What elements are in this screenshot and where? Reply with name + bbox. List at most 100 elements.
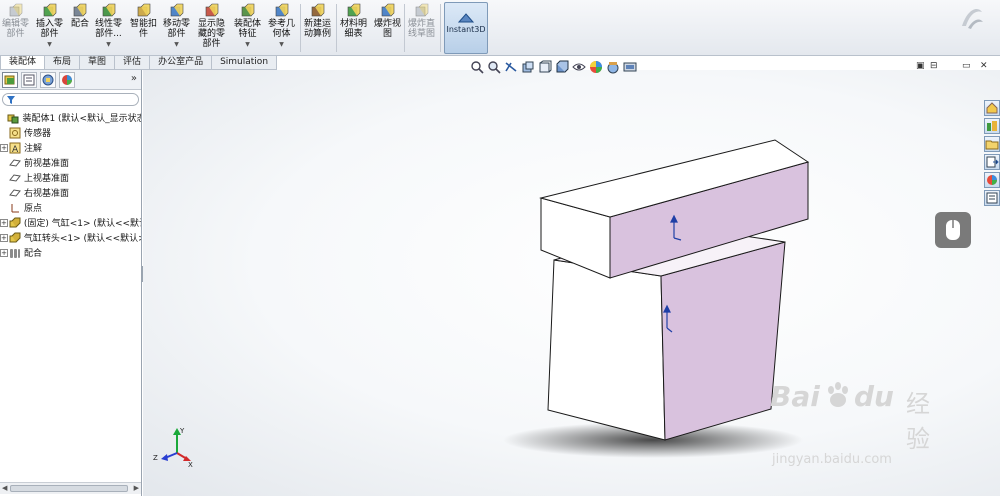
- zoom-to-fit-icon[interactable]: [470, 60, 484, 74]
- ribbon-button-4[interactable]: 智能扣 件: [130, 2, 157, 39]
- display-style-icon[interactable]: [555, 60, 569, 74]
- command-tab-3[interactable]: 评估: [114, 56, 151, 70]
- edit-appearance-icon[interactable]: [589, 60, 603, 74]
- ribbon-button-6[interactable]: 显示隐 藏的零 部件: [198, 2, 225, 49]
- instant3d-button[interactable]: Instant3D: [444, 2, 488, 54]
- previous-view-icon[interactable]: [504, 60, 518, 74]
- appearances-icon: [987, 175, 997, 185]
- viewport-window-icon[interactable]: ▣: [916, 61, 925, 71]
- graphics-area[interactable]: Y Z X: [143, 70, 1000, 496]
- custom-properties-tab[interactable]: [984, 190, 1000, 206]
- dropdown-arrow-icon[interactable]: ▼: [47, 40, 52, 50]
- design-library-tab[interactable]: [984, 118, 1000, 134]
- svg-text:A: A: [12, 145, 19, 154]
- expand-icon[interactable]: +: [0, 248, 8, 257]
- scroll-right-icon[interactable]: ▶: [134, 484, 139, 492]
- show-hidden-icon: [205, 3, 218, 17]
- new-motion-study-icon: [311, 3, 324, 17]
- command-tab-0[interactable]: 装配体: [0, 56, 46, 70]
- ribbon-button-label: 编辑零 部件: [2, 19, 30, 39]
- tree-item[interactable]: 装配体1 (默认<默认_显示状态-1>): [0, 110, 141, 125]
- ribbon-separator: [440, 4, 441, 52]
- appearances-tab[interactable]: [984, 172, 1000, 188]
- command-manager-ribbon: 编辑零 部件 插入零 部件 ▼ 配合 线性零 部件... ▼ 智能扣 件移动零 部件 ▼ 显示隐…: [0, 0, 1000, 56]
- instant3d-label: Instant3D: [446, 25, 486, 34]
- section-view-icon[interactable]: [521, 60, 535, 74]
- tree-item[interactable]: 右视基准面: [0, 185, 141, 200]
- tree-item[interactable]: 上视基准面: [0, 170, 141, 185]
- tree-item[interactable]: + A 注解: [0, 140, 141, 155]
- mouse-gesture-icon: [935, 212, 971, 248]
- ribbon-button-12[interactable]: 爆炸直 线草图: [408, 2, 435, 39]
- tab-feature-manager[interactable]: [2, 72, 18, 88]
- scroll-left-icon[interactable]: ◀: [2, 484, 7, 492]
- viewport-split-icon[interactable]: ⊟: [930, 61, 938, 71]
- dropdown-arrow-icon[interactable]: ▼: [279, 40, 284, 50]
- command-tab-1[interactable]: 布局: [44, 56, 81, 70]
- resources-tab[interactable]: [984, 100, 1000, 116]
- tree-item[interactable]: + 气缸转头<1> (默认<<默认>_显: [0, 230, 141, 245]
- assembly-model[interactable]: Y Z X: [143, 70, 1000, 496]
- viewport-restore-icon[interactable]: ▭: [962, 61, 971, 71]
- ribbon-button-label: 新建运 动算例: [304, 19, 332, 39]
- expand-icon[interactable]: +: [0, 218, 8, 227]
- dropdown-arrow-icon[interactable]: ▼: [174, 40, 179, 50]
- tree-item[interactable]: + 配合: [0, 245, 141, 260]
- feature-manager-panel: » 装配体1 (默认<默认_显示状态-1>) 传感器 + A 注解前视基准面上视基准面右…: [0, 70, 142, 496]
- expand-icon[interactable]: +: [0, 143, 8, 152]
- edit-component-icon: [9, 3, 22, 17]
- ribbon-button-label: 显示隐 藏的零 部件: [198, 19, 226, 49]
- ribbon-separator: [404, 4, 405, 52]
- ribbon-button-10[interactable]: 材料明 细表: [340, 2, 367, 39]
- tree-item[interactable]: + (固定) 气缸<1> (默认<<默认>: [0, 215, 141, 230]
- tab-display-manager[interactable]: [59, 72, 75, 88]
- view-settings-icon[interactable]: [623, 60, 637, 74]
- insert-component-icon: [43, 3, 56, 17]
- apply-scene-icon[interactable]: [606, 60, 620, 74]
- ribbon-button-label: 爆炸视 图: [374, 19, 402, 39]
- ribbon-button-label: 参考几 何体: [268, 19, 296, 39]
- tree-item-label: 注解: [24, 144, 43, 154]
- ribbon-button-0[interactable]: 编辑零 部件: [2, 2, 29, 39]
- view-orientation-icon[interactable]: [538, 60, 552, 74]
- viewport-close-icon[interactable]: ✕: [980, 61, 988, 71]
- scrollbar-thumb[interactable]: [10, 485, 128, 492]
- ribbon-button-1[interactable]: 插入零 部件 ▼: [36, 2, 63, 50]
- ribbon-button-7[interactable]: 装配体 特征 ▼: [234, 2, 261, 50]
- view-palette-tab[interactable]: [984, 154, 1000, 170]
- hide-show-items-icon[interactable]: [572, 60, 586, 74]
- tree-item[interactable]: 前视基准面: [0, 155, 141, 170]
- zoom-to-area-icon[interactable]: [487, 60, 501, 74]
- ribbon-button-11[interactable]: 爆炸视 图: [374, 2, 401, 39]
- panel-expand-icon[interactable]: »: [131, 73, 137, 84]
- ribbon-button-2[interactable]: 配合: [71, 2, 89, 29]
- dropdown-arrow-icon[interactable]: ▼: [245, 40, 250, 50]
- tab-configuration-manager[interactable]: [40, 72, 56, 88]
- triad-y-label: Y: [179, 427, 185, 435]
- display-manager-icon: [62, 75, 72, 85]
- move-component-icon: [170, 3, 183, 17]
- annotation-icon: A: [9, 142, 21, 154]
- triad-x-label: X: [188, 461, 193, 469]
- expand-icon[interactable]: +: [0, 233, 8, 242]
- tab-property-manager[interactable]: [21, 72, 37, 88]
- ribbon-button-9[interactable]: 新建运 动算例: [304, 2, 331, 39]
- ribbon-button-8[interactable]: 参考几 何体 ▼: [268, 2, 295, 50]
- command-tab-5[interactable]: Simulation: [211, 56, 278, 70]
- dropdown-arrow-icon[interactable]: ▼: [106, 40, 111, 50]
- home-icon: [986, 102, 998, 114]
- ribbon-separator: [300, 4, 301, 52]
- ribbon-button-3[interactable]: 线性零 部件... ▼: [95, 2, 122, 50]
- command-tab-4[interactable]: 办公室产品: [149, 56, 213, 70]
- tree-item[interactable]: 原点: [0, 200, 141, 215]
- tree-filter[interactable]: [2, 93, 139, 106]
- command-tab-2[interactable]: 草图: [79, 56, 116, 70]
- panel-horizontal-scrollbar[interactable]: ◀ ▶: [0, 482, 141, 494]
- file-explorer-tab[interactable]: [984, 136, 1000, 152]
- ribbon-button-5[interactable]: 移动零 部件 ▼: [163, 2, 190, 50]
- watermark-cn: 经验: [906, 390, 930, 453]
- plane-icon: [9, 158, 21, 167]
- tree-item-label: 传感器: [24, 129, 52, 139]
- design-library-icon: [987, 121, 997, 131]
- tree-item[interactable]: 传感器: [0, 125, 141, 140]
